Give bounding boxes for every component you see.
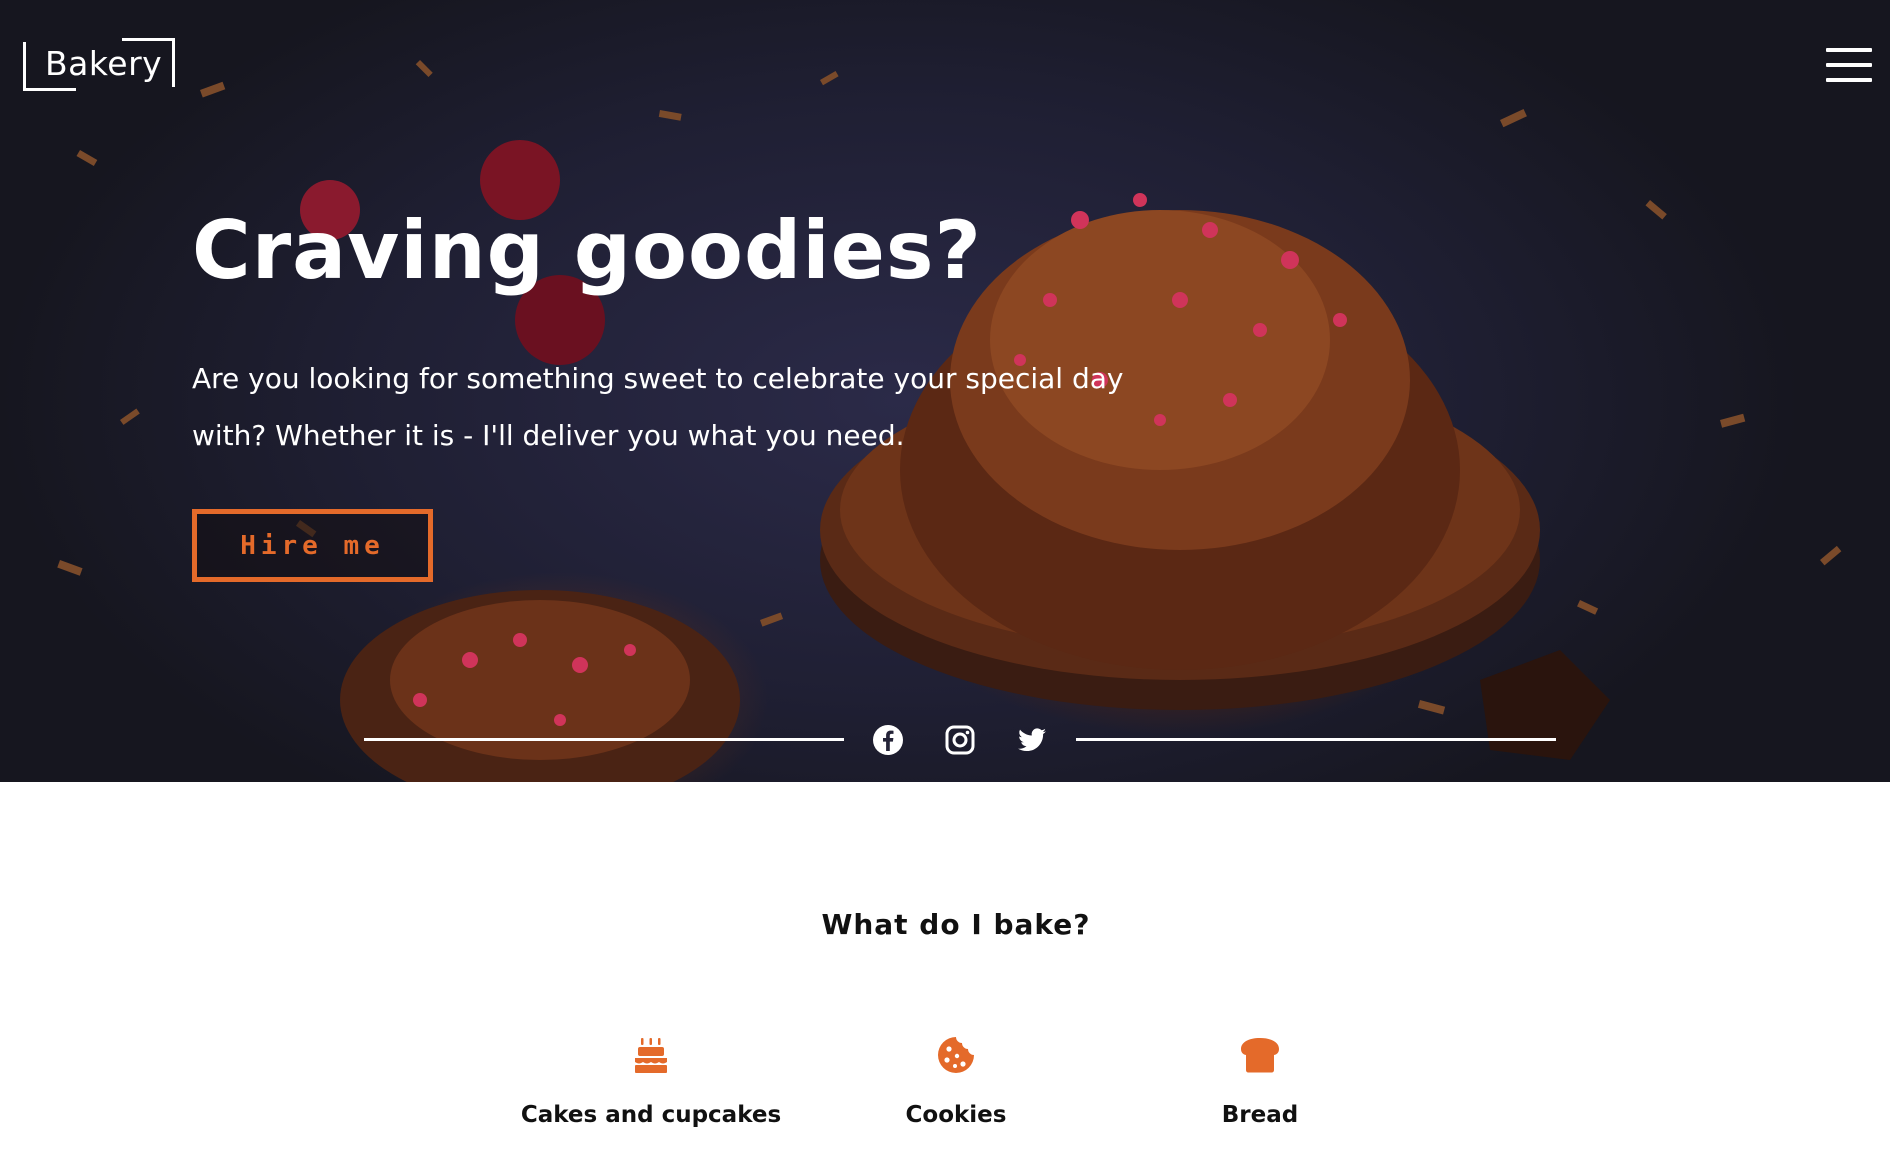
facebook-icon[interactable] — [872, 724, 904, 756]
hamburger-menu-icon[interactable] — [1826, 48, 1872, 82]
feature-label: Bread — [1221, 1102, 1299, 1128]
hero-section: Bakery Craving goodies? Are you looking … — [0, 0, 1890, 782]
social-divider-left — [364, 738, 844, 741]
cookie-icon — [938, 1037, 974, 1073]
feature-cookies: Cookies — [806, 1036, 1106, 1128]
hire-me-button[interactable]: Hire me — [192, 509, 433, 582]
social-divider-right — [1076, 738, 1556, 741]
hero-title: Craving goodies? — [192, 204, 982, 297]
menu-bar — [1826, 63, 1872, 67]
section-title: What do I bake? — [821, 908, 1091, 941]
twitter-icon[interactable] — [1016, 724, 1048, 756]
menu-bar — [1826, 48, 1872, 52]
feature-bread: Bread — [1110, 1036, 1410, 1128]
bakery-logo[interactable]: Bakery — [23, 38, 175, 91]
logo-text: Bakery — [45, 44, 163, 83]
birthday-cake-icon — [635, 1038, 667, 1073]
instagram-icon[interactable] — [944, 724, 976, 756]
feature-label: Cookies — [905, 1102, 1007, 1128]
menu-bar — [1826, 78, 1872, 82]
bread-icon — [1241, 1038, 1279, 1073]
hero-description: Are you looking for something sweet to c… — [192, 362, 1124, 452]
feature-cakes: Cakes and cupcakes — [501, 1036, 801, 1128]
feature-label: Cakes and cupcakes — [520, 1102, 782, 1128]
